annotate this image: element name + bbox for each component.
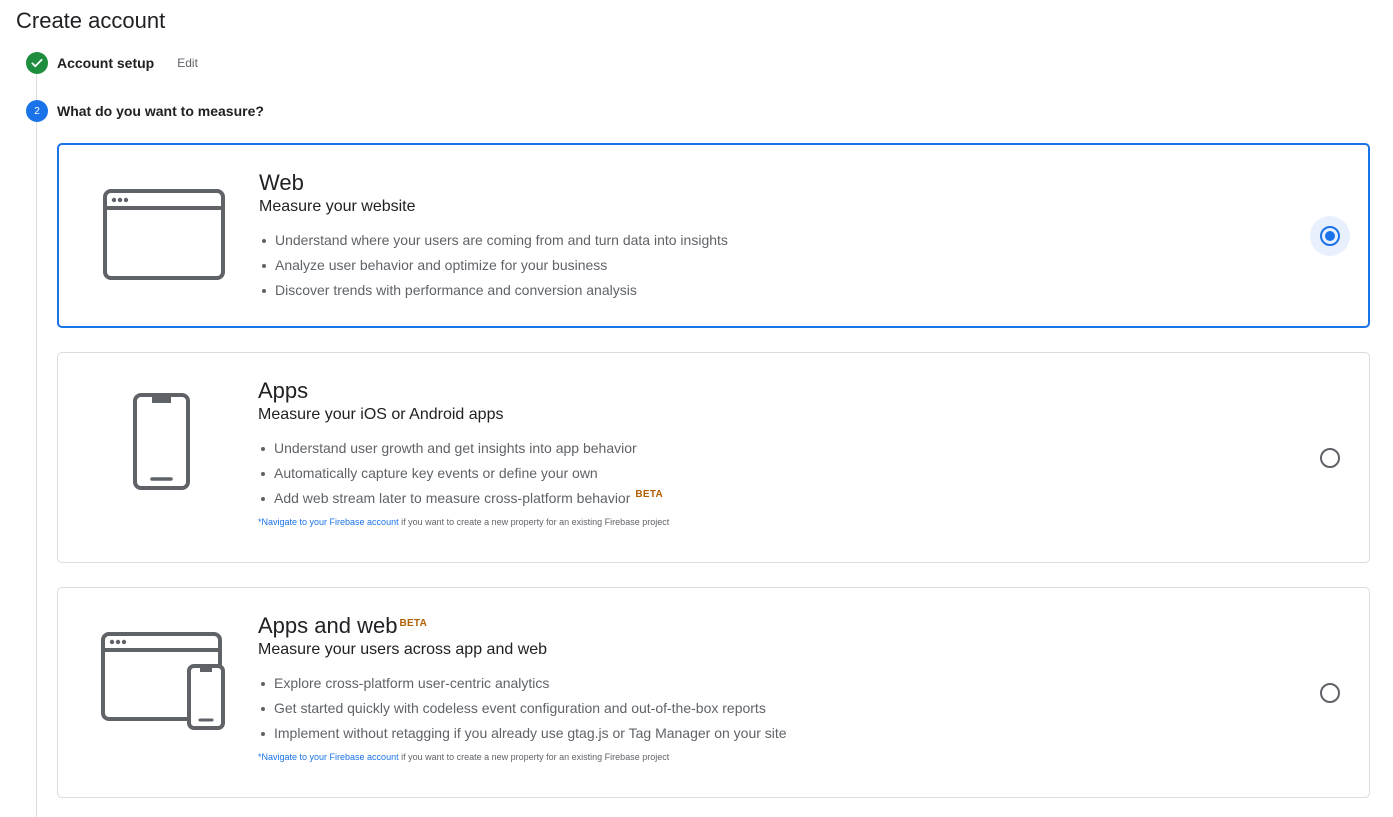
check-icon bbox=[26, 52, 48, 74]
radio-button-selected[interactable] bbox=[1320, 226, 1340, 246]
list-item: Implement without retagging if you alrea… bbox=[258, 721, 787, 746]
list-item: Automatically capture key events or defi… bbox=[258, 461, 669, 486]
edit-step-button[interactable]: Edit bbox=[177, 56, 198, 70]
option-title: Apps bbox=[258, 378, 309, 403]
step-account-setup: Account setup Edit bbox=[26, 52, 198, 74]
firebase-note: *Navigate to your Firebase account if yo… bbox=[258, 517, 669, 527]
feature-list: Explore cross-platform user-centric anal… bbox=[258, 671, 787, 746]
beta-badge: BETA bbox=[399, 618, 428, 629]
option-title: Apps and web bbox=[258, 613, 398, 638]
page-title: Create account bbox=[16, 8, 166, 33]
list-item: Explore cross-platform user-centric anal… bbox=[258, 671, 787, 696]
option-text: Apps and web BETA Measure your users acro… bbox=[258, 614, 787, 763]
beta-badge: BETA bbox=[635, 489, 664, 500]
radio-apps-and-web[interactable] bbox=[1310, 673, 1350, 713]
radio-apps[interactable] bbox=[1310, 438, 1350, 478]
option-title: Web bbox=[259, 170, 304, 195]
browser-and-phone-icon bbox=[101, 632, 227, 737]
option-subtitle: Measure your website bbox=[259, 198, 416, 215]
step-label: Account setup bbox=[57, 55, 155, 71]
option-text: Web Measure your website Understand wher… bbox=[259, 171, 728, 303]
option-text: Apps Measure your iOS or Android apps Un… bbox=[258, 378, 669, 528]
firebase-note-text: if you want to create a new property for… bbox=[398, 752, 670, 762]
radio-dot bbox=[1325, 231, 1335, 241]
list-item: Add web stream later to measure cross-pl… bbox=[258, 486, 669, 511]
list-item: Understand where your users are coming f… bbox=[259, 228, 728, 253]
list-item-text: Add web stream later to measure cross-pl… bbox=[274, 490, 631, 506]
list-item: Get started quickly with codeless event … bbox=[258, 696, 787, 721]
radio-button[interactable] bbox=[1320, 683, 1340, 703]
step-number-badge: 2 bbox=[26, 100, 48, 122]
option-title-row: Apps and web BETA bbox=[258, 614, 787, 638]
option-subtitle: Measure your iOS or Android apps bbox=[258, 406, 504, 423]
option-card-web[interactable]: Web Measure your website Understand wher… bbox=[57, 143, 1370, 328]
list-item: Discover trends with performance and con… bbox=[259, 278, 728, 303]
radio-button[interactable] bbox=[1320, 448, 1340, 468]
list-item: Understand user growth and get insights … bbox=[258, 436, 669, 461]
radio-web[interactable] bbox=[1310, 216, 1350, 256]
firebase-note-text: if you want to create a new property for… bbox=[398, 517, 670, 527]
smartphone-icon bbox=[133, 393, 191, 496]
firebase-account-link[interactable]: *Navigate to your Firebase account bbox=[258, 517, 399, 527]
feature-list: Understand user growth and get insights … bbox=[258, 436, 669, 511]
option-subtitle: Measure your users across app and web bbox=[258, 641, 548, 658]
step-label: What do you want to measure? bbox=[57, 103, 264, 119]
option-card-apps[interactable]: Apps Measure your iOS or Android apps Un… bbox=[57, 352, 1370, 563]
browser-window-icon bbox=[103, 189, 225, 286]
stepper-line bbox=[36, 74, 37, 817]
feature-list: Understand where your users are coming f… bbox=[259, 228, 728, 303]
firebase-note: *Navigate to your Firebase account if yo… bbox=[258, 752, 787, 762]
firebase-account-link[interactable]: *Navigate to your Firebase account bbox=[258, 752, 399, 762]
list-item: Analyze user behavior and optimize for y… bbox=[259, 253, 728, 278]
option-card-apps-and-web[interactable]: Apps and web BETA Measure your users acro… bbox=[57, 587, 1370, 798]
step-what-to-measure: 2 What do you want to measure? bbox=[26, 100, 264, 122]
